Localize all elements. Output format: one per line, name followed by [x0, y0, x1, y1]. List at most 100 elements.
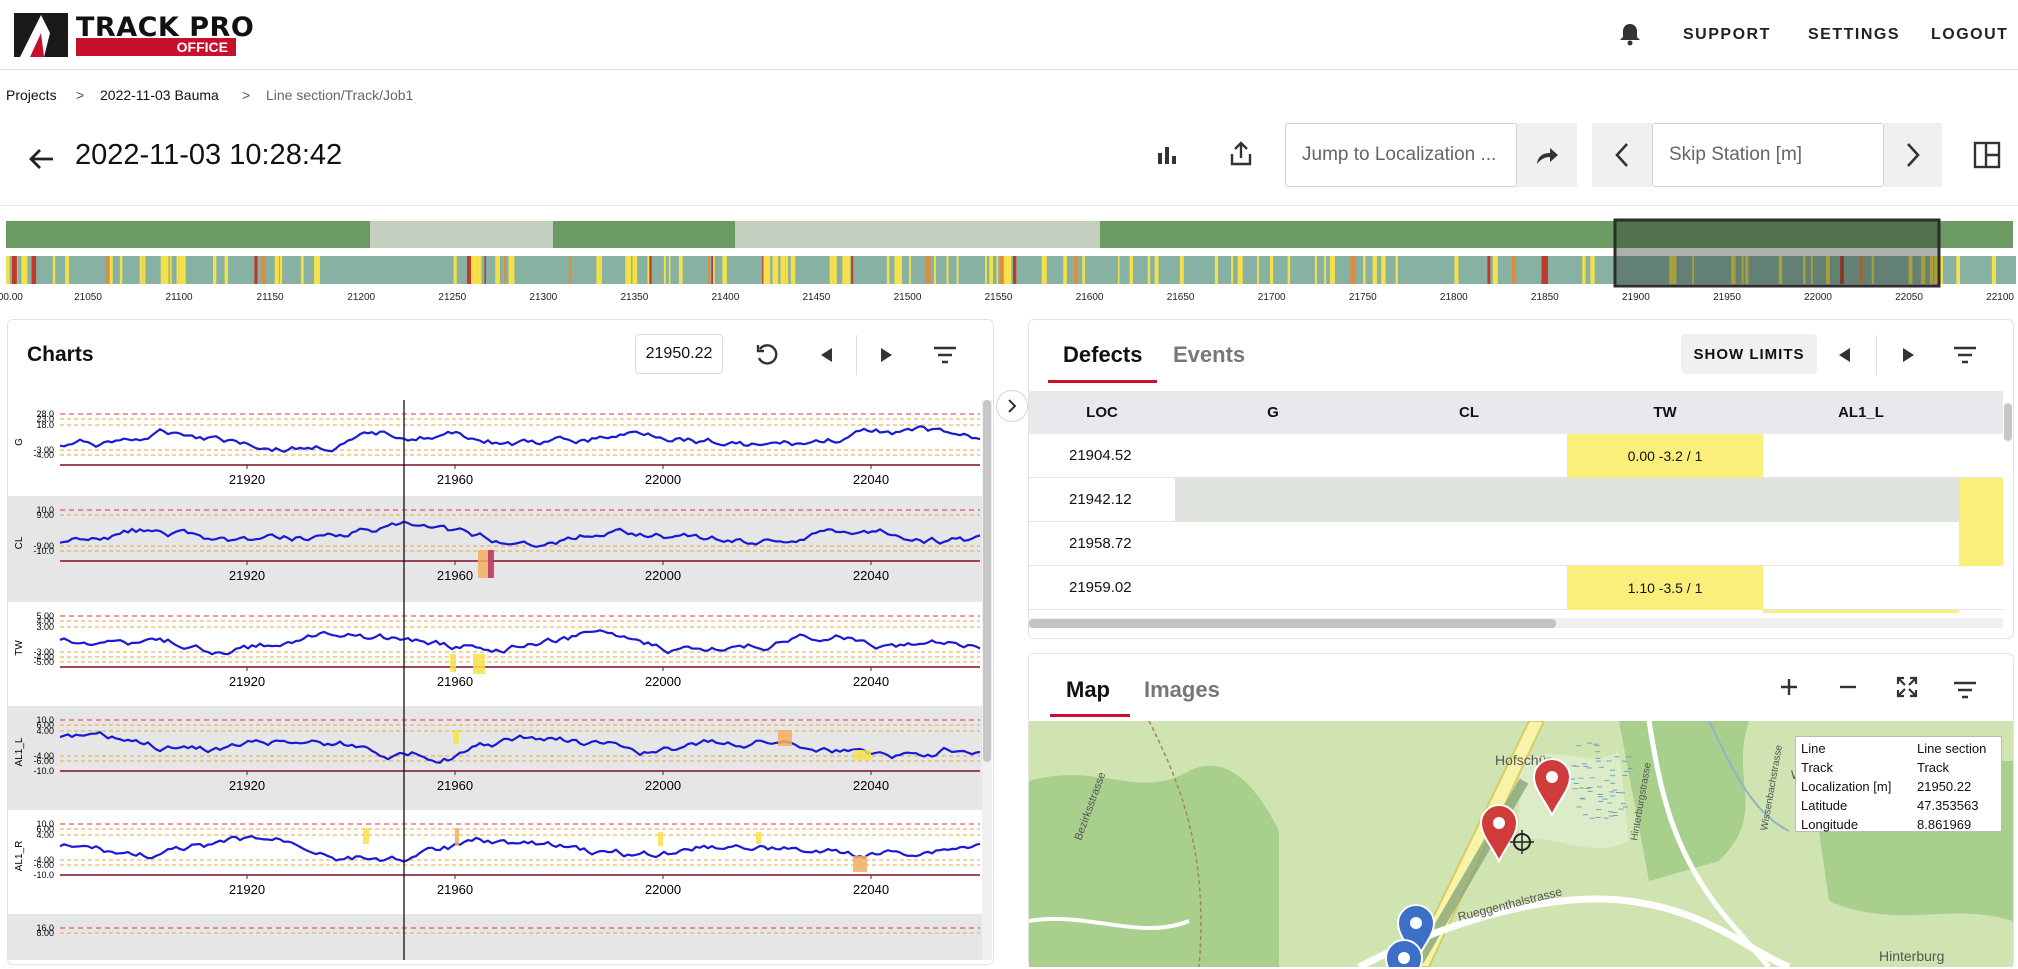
- defects-scrollbar-thumb[interactable]: [2004, 403, 2012, 441]
- timeline-defect-mark: [213, 256, 217, 284]
- timeline-defect-mark: [139, 256, 143, 284]
- chart-row-bg: [8, 496, 982, 602]
- timeline-tick-label: 21150: [257, 292, 285, 303]
- zoom-out-icon[interactable]: [1835, 674, 1861, 700]
- timeline-defect-mark: [846, 256, 850, 284]
- charts-scrollbar-thumb[interactable]: [983, 400, 991, 762]
- nav-support-link[interactable]: SUPPORT: [1683, 26, 1771, 44]
- x-tick-label: 22040: [853, 674, 889, 689]
- tab-images[interactable]: Images: [1144, 677, 1220, 703]
- reset-refresh-icon[interactable]: [753, 341, 781, 369]
- timeline-defect-mark: [52, 256, 56, 284]
- back-arrow-icon[interactable]: [24, 142, 58, 176]
- timeline-tick-label: 21400: [711, 292, 739, 303]
- table-row[interactable]: 21958.72: [1029, 522, 2003, 566]
- defects-hscroll-thumb[interactable]: [1029, 619, 1556, 628]
- track-overview-timeline[interactable]: 21000.00 21050 21100 21150 21200 21250 21300 21…: [0, 218, 2018, 306]
- breadcrumb-projects[interactable]: Projects: [6, 87, 57, 103]
- timeline-tick-label: 21600: [1076, 292, 1104, 303]
- chart-position-field[interactable]: 21950.22: [635, 334, 723, 374]
- tab-events[interactable]: Events: [1173, 342, 1245, 368]
- jump-localization-input[interactable]: Jump to Localization ...: [1285, 123, 1517, 187]
- tab-map[interactable]: Map: [1066, 677, 1110, 703]
- column-header-tw[interactable]: TW: [1567, 404, 1763, 421]
- brand-sub: OFFICE: [76, 38, 236, 56]
- defect-highlight: [853, 750, 871, 760]
- map-pin-blue-icon[interactable]: [1384, 939, 1424, 967]
- chart-row-bg: [8, 810, 982, 914]
- map-filter-icon[interactable]: [1950, 677, 1980, 703]
- table-row[interactable]: 21904.52 0.00 -3.2 / 1: [1029, 434, 2003, 478]
- map-info-value: Track: [1917, 760, 1950, 775]
- chart-prev-icon[interactable]: [815, 342, 839, 368]
- nav-logout-link[interactable]: LOGOUT: [1931, 26, 2008, 44]
- defect-highlight: [756, 832, 761, 844]
- collapse-panel-button[interactable]: [996, 390, 1028, 422]
- limit-label: -6.00: [33, 860, 54, 870]
- column-header-loc[interactable]: LOC: [1029, 404, 1175, 421]
- map-info-row: Latitude 47.353563: [1801, 796, 1996, 815]
- timeline-defect-mark: [119, 256, 123, 284]
- show-limits-button[interactable]: SHOW LIMITS: [1681, 334, 1817, 374]
- skip-station-input[interactable]: Skip Station [m]: [1652, 123, 1884, 187]
- breadcrumb-project[interactable]: 2022-11-03 Bauma: [100, 87, 219, 103]
- timeline-tick-label: 22100: [1986, 292, 2014, 303]
- share-export-icon[interactable]: [1227, 140, 1255, 168]
- timeline-defect-mark: [627, 256, 632, 284]
- map-info-row: Line Line section: [1801, 739, 1996, 758]
- bar-chart-icon[interactable]: [1153, 141, 1181, 169]
- map-pin-dot: [1398, 952, 1410, 964]
- timeline-defect-mark: [1991, 256, 1996, 284]
- breadcrumb-current: Line section/Track/Job1: [266, 87, 414, 103]
- timeline-defect-mark: [768, 256, 771, 284]
- timeline-tick-label: 21500: [894, 292, 922, 303]
- layout-panel-icon[interactable]: [1972, 140, 2002, 170]
- chart-row-bg: [8, 914, 982, 960]
- timeline-defect-mark: [477, 256, 482, 284]
- timeline-defect-mark: [1257, 256, 1259, 284]
- zoom-in-icon[interactable]: [1776, 674, 1802, 700]
- defects-next-icon[interactable]: [1896, 342, 1920, 368]
- table-row[interactable]: 21959.02 1.10 -3.5 / 1: [1029, 566, 2003, 610]
- notification-bell-icon[interactable]: [1618, 22, 1642, 46]
- page-title: 2022-11-03 10:28:42: [75, 139, 343, 171]
- timeline-defect-mark: [143, 256, 146, 284]
- fullscreen-icon[interactable]: [1894, 674, 1920, 700]
- defect-highlight: [453, 730, 459, 744]
- x-tick-label: 21960: [437, 778, 473, 793]
- charts-area[interactable]: G28.023.018.0-3.00-4.0021920 21960 22000 22…: [8, 400, 984, 960]
- timeline-viewport-window[interactable]: [1613, 218, 1941, 288]
- timeline-defect-mark: [1041, 256, 1047, 284]
- timeline-defect-mark: [647, 256, 650, 284]
- timeline-defect-mark: [989, 256, 993, 284]
- timeline-defect-mark: [1117, 256, 1120, 284]
- tab-defects[interactable]: Defects: [1063, 342, 1142, 368]
- jump-go-button[interactable]: [1517, 123, 1577, 187]
- timeline-tick-label: 21000.00: [0, 292, 23, 303]
- timeline-defect-mark: [842, 256, 848, 284]
- timeline-tick-label: 22050: [1895, 292, 1923, 303]
- skip-prev-button[interactable]: [1592, 123, 1652, 187]
- x-tick-label: 22040: [853, 568, 889, 583]
- defects-filter-icon[interactable]: [1950, 342, 1980, 368]
- timeline-defect-mark: [1331, 256, 1335, 284]
- column-header-g[interactable]: G: [1175, 404, 1371, 421]
- skip-next-button[interactable]: [1884, 123, 1942, 187]
- limit-label: 18.0: [36, 420, 54, 430]
- timeline-defect-mark: [1147, 256, 1151, 284]
- timeline-defect-mark: [1582, 256, 1586, 284]
- defect-highlight: [363, 828, 369, 844]
- chart-filter-icon[interactable]: [930, 342, 960, 368]
- chart-next-icon[interactable]: [874, 342, 898, 368]
- timeline-tick-label: 21550: [985, 292, 1013, 303]
- cell-tw-defect: 0.00 -3.2 / 1: [1567, 434, 1763, 478]
- limit-label: 8.00: [36, 928, 54, 938]
- nav-settings-link[interactable]: SETTINGS: [1808, 26, 1900, 44]
- timeline-defect-mark: [829, 256, 833, 284]
- column-header-al1l[interactable]: AL1_L: [1763, 404, 1959, 421]
- column-header-cl[interactable]: CL: [1371, 404, 1567, 421]
- defects-prev-icon[interactable]: [1833, 342, 1857, 368]
- table-row-selected[interactable]: 21942.12: [1029, 478, 2003, 522]
- defect-highlight: [450, 654, 456, 672]
- title-divider: [0, 205, 2018, 206]
